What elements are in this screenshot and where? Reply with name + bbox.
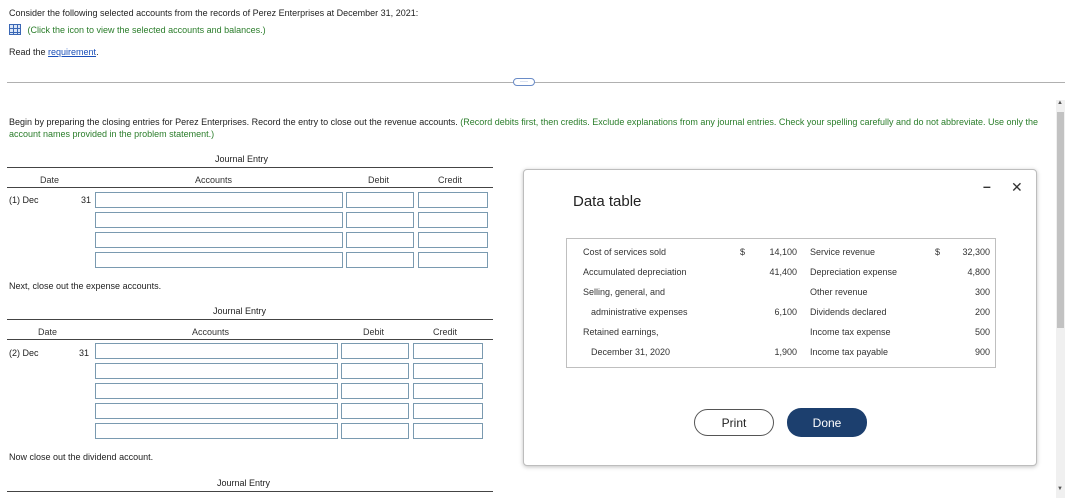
right-account-value: 500 [974, 327, 990, 337]
read-requirement-row: Read the requirement. [9, 47, 99, 57]
j2-credit-input-1[interactable] [413, 343, 483, 359]
j1-credit-input-1[interactable] [418, 192, 488, 208]
instructions-main: Begin by preparing the closing entries f… [9, 117, 458, 127]
left-account-label: Retained earnings, [583, 327, 659, 337]
j1-account-input-2[interactable] [95, 212, 343, 228]
journal1-day: 31 [81, 195, 92, 205]
section-divider [7, 82, 1065, 83]
print-button[interactable]: Print [694, 409, 774, 436]
data-link-row[interactable]: (Click the icon to view the selected acc… [9, 24, 266, 35]
accounts-table: Cost of services sold $14,100 Accumulated … [566, 238, 996, 368]
right-account-value: 900 [974, 347, 990, 357]
right-account-value: 32,300 [962, 247, 990, 257]
left-account-value: 41,400 [769, 267, 797, 277]
journal2-accounts-header: Accounts [192, 327, 230, 337]
journal1-date-header: Date [40, 175, 60, 185]
left-currency-symbol: $ [740, 247, 746, 257]
j2-account-input-5[interactable] [95, 423, 338, 439]
left-account-value: 14,100 [769, 247, 797, 257]
j1-account-input-3[interactable] [95, 232, 343, 248]
instructions: Begin by preparing the closing entries f… [9, 116, 1054, 140]
journal1-accounts-header: Accounts [195, 175, 233, 185]
j1-account-input-4[interactable] [95, 252, 343, 268]
left-account-label: Selling, general, and [583, 287, 666, 297]
j1-debit-input-1[interactable] [346, 192, 414, 208]
right-account-value: 300 [974, 287, 990, 297]
scroll-up-arrow-icon[interactable]: ▲ [1057, 100, 1063, 106]
j2-debit-input-3[interactable] [341, 383, 409, 399]
j1-debit-input-3[interactable] [346, 232, 414, 248]
journal2-day: 31 [79, 348, 90, 358]
journal3-top-rule [7, 491, 493, 492]
dividend-prompt: Now close out the dividend account. [9, 452, 154, 462]
j2-account-input-3[interactable] [95, 383, 338, 399]
journal2-header-rule [7, 339, 493, 340]
right-account-label: Dividends declared [810, 307, 887, 317]
journal-entry-title-2: Journal Entry [213, 306, 267, 316]
j2-credit-input-5[interactable] [413, 423, 483, 439]
j2-debit-input-5[interactable] [341, 423, 409, 439]
scroll-thumb[interactable] [1057, 112, 1064, 328]
left-account-label: Accumulated depreciation [583, 267, 687, 277]
close-icon[interactable]: ✕ [1011, 179, 1023, 196]
done-button[interactable]: Done [787, 408, 867, 437]
right-account-label: Other revenue [810, 287, 868, 297]
j2-credit-input-2[interactable] [413, 363, 483, 379]
table-grid-icon[interactable] [9, 24, 21, 35]
minimize-icon[interactable]: – [983, 178, 991, 194]
j2-account-input-1[interactable] [95, 343, 338, 359]
journal1-date-label: (1) Dec [9, 195, 39, 205]
requirement-link[interactable]: requirement [48, 47, 96, 57]
data-table-title: Data table [573, 193, 642, 210]
right-account-label: Income tax expense [810, 327, 891, 337]
intro-text: Consider the following selected accounts… [9, 8, 419, 18]
scrollbar[interactable]: ▲ ▼ [1056, 100, 1065, 498]
read-prefix: Read the [9, 47, 49, 57]
journal2-top-rule [7, 319, 493, 320]
j2-credit-input-4[interactable] [413, 403, 483, 419]
journal2-debit-header: Debit [363, 327, 385, 337]
j2-account-input-2[interactable] [95, 363, 338, 379]
journal2-date-header: Date [38, 327, 58, 337]
j1-credit-input-4[interactable] [418, 252, 488, 268]
right-account-value: 4,800 [967, 267, 990, 277]
journal1-top-rule [7, 167, 493, 168]
right-account-label: Service revenue [810, 247, 876, 257]
right-account-label: Income tax payable [810, 347, 889, 357]
right-account-label: Depreciation expense [810, 267, 898, 277]
collapse-button[interactable]: ···· [513, 78, 535, 86]
j1-debit-input-4[interactable] [346, 252, 414, 268]
j1-debit-input-2[interactable] [346, 212, 414, 228]
data-table-modal: Data table – ✕ Cost of services sold $14,… [523, 169, 1037, 466]
left-account-label: Cost of services sold [583, 247, 667, 257]
j1-credit-input-2[interactable] [418, 212, 488, 228]
j1-credit-input-3[interactable] [418, 232, 488, 248]
data-table-link[interactable]: (Click the icon to view the selected acc… [28, 25, 266, 35]
journal-entry-title-1: Journal Entry [215, 154, 269, 164]
left-account-value: 1,900 [774, 347, 797, 357]
j2-debit-input-4[interactable] [341, 403, 409, 419]
journal2-credit-header: Credit [433, 327, 458, 337]
expense-prompt: Next, close out the expense accounts. [9, 281, 162, 291]
left-account-value: 6,100 [774, 307, 797, 317]
left-account-label: December 31, 2020 [591, 347, 671, 357]
journal-entry-title-3: Journal Entry [217, 478, 271, 488]
right-account-value: 200 [974, 307, 990, 317]
j2-debit-input-2[interactable] [341, 363, 409, 379]
j2-credit-input-3[interactable] [413, 383, 483, 399]
j1-account-input-1[interactable] [95, 192, 343, 208]
scroll-down-arrow-icon[interactable]: ▼ [1057, 486, 1063, 492]
journal1-header-rule [7, 187, 493, 188]
left-account-label: administrative expenses [591, 307, 688, 317]
journal2-date-label: (2) Dec [9, 348, 39, 358]
journal1-credit-header: Credit [438, 175, 463, 185]
j2-debit-input-1[interactable] [341, 343, 409, 359]
j2-account-input-4[interactable] [95, 403, 338, 419]
read-suffix: . [96, 47, 99, 57]
journal1-debit-header: Debit [368, 175, 390, 185]
